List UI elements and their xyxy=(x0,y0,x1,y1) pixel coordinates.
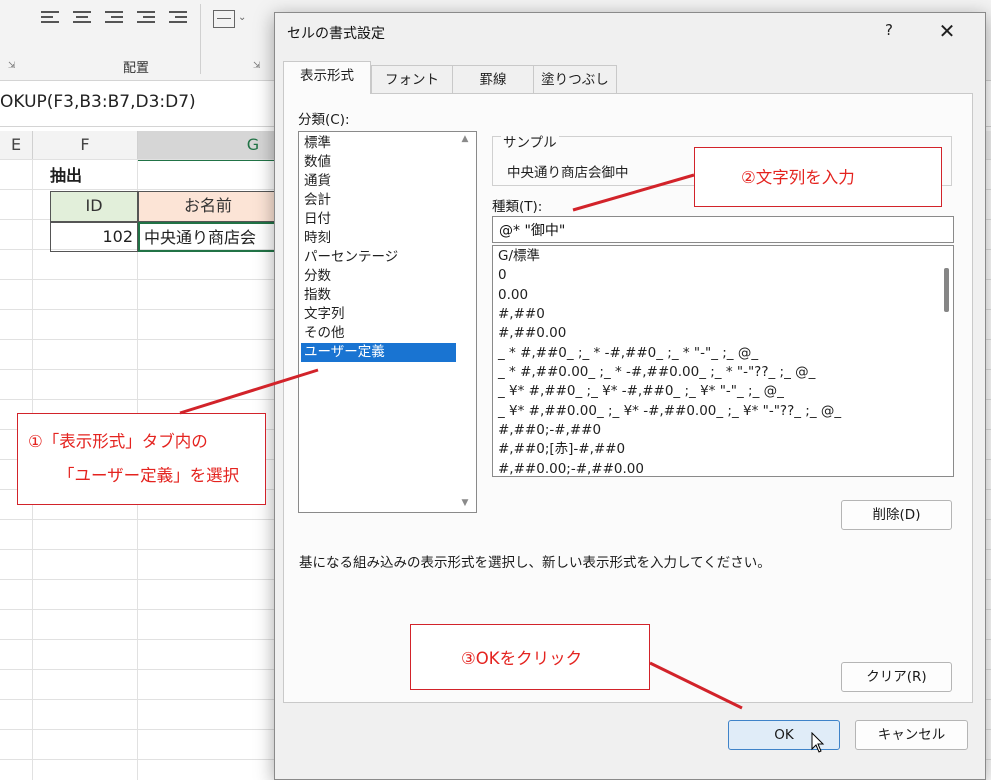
format-code-item[interactable]: G/標準 xyxy=(498,247,540,266)
category-item[interactable]: 指数 xyxy=(304,286,331,305)
format-code-item[interactable]: #,##0.00;-#,##0.00 xyxy=(498,460,644,476)
annotation-step3-text: ③OKをクリック xyxy=(461,649,583,668)
mouse-cursor-icon xyxy=(811,732,825,753)
category-item[interactable]: 標準 xyxy=(304,134,331,153)
format-code-item[interactable]: 0 xyxy=(498,266,507,285)
sample-label: サンプル xyxy=(501,131,559,151)
category-item-selected[interactable]: ユーザー定義 xyxy=(301,343,457,362)
category-item[interactable]: 時刻 xyxy=(304,229,331,248)
increase-indent-icon[interactable] xyxy=(169,10,187,26)
scrollbar-thumb[interactable] xyxy=(944,268,949,312)
scroll-up-icon[interactable]: ▲ xyxy=(456,134,474,144)
decrease-indent-icon[interactable] xyxy=(137,10,155,26)
format-code-list[interactable]: G/標準 0 0.00 #,##0 #,##0.00 _ * #,##0_ ;_… xyxy=(492,245,954,477)
category-item[interactable]: 会計 xyxy=(304,191,331,210)
category-item[interactable]: その他 xyxy=(304,324,345,343)
type-label: 種類(T): xyxy=(492,199,543,215)
annotation-step2-text: ②文字列を入力 xyxy=(741,168,855,187)
annotation-step1: ①「表示形式」タブ内の 「ユーザー定義」を選択 xyxy=(17,413,266,505)
format-code-item[interactable]: #,##0 xyxy=(498,305,545,324)
tab-fill[interactable]: 塗りつぶし xyxy=(533,65,617,93)
align-right-icon[interactable] xyxy=(105,10,123,26)
column-header-e[interactable]: E xyxy=(0,131,33,159)
close-button[interactable]: ✕ xyxy=(933,17,961,45)
cell-name-value[interactable]: 中央通り商店会 xyxy=(138,222,278,252)
type-input[interactable] xyxy=(492,216,954,243)
category-item[interactable]: 通貨 xyxy=(304,172,331,191)
tab-number-format[interactable]: 表示形式 xyxy=(283,61,371,94)
scroll-down-icon[interactable]: ▼ xyxy=(456,498,474,508)
category-label: 分類(C): xyxy=(298,112,350,128)
tab-border[interactable]: 罫線 xyxy=(452,65,534,93)
format-code-item[interactable]: _ * #,##0.00_ ;_ * -#,##0.00_ ;_ * "-"??… xyxy=(498,363,815,382)
category-item[interactable]: 数値 xyxy=(304,153,331,172)
chevron-down-icon[interactable]: ⌄ xyxy=(238,12,246,23)
category-scrollbar[interactable]: ▲ ▼ xyxy=(456,132,474,512)
cell-name-header[interactable]: お名前 xyxy=(138,191,278,222)
column-header-f[interactable]: F xyxy=(33,131,138,159)
help-button[interactable]: ? xyxy=(879,21,899,43)
annotation-step1-line1: ①「表示形式」タブ内の xyxy=(28,432,208,451)
cell-id-header[interactable]: ID xyxy=(50,191,138,222)
align-left-icon[interactable] xyxy=(41,10,59,26)
dialog-launcher-icon[interactable]: ⇲ xyxy=(253,61,261,71)
ribbon-separator xyxy=(200,4,201,74)
dialog-title: セルの書式設定 xyxy=(287,26,385,42)
delete-button[interactable]: 削除(D) xyxy=(841,500,952,530)
annotation-step3: ③OKをクリック xyxy=(410,624,650,690)
cell-extract-label[interactable]: 抽出 xyxy=(50,162,82,190)
format-code-item[interactable]: #,##0;[赤]-#,##0 xyxy=(498,440,625,459)
annotation-step1-line2: 「ユーザー定義」を選択 xyxy=(58,466,240,485)
clear-button[interactable]: クリア(R) xyxy=(841,662,952,692)
category-list[interactable]: 標準 数値 通貨 会計 日付 時刻 パーセンテージ 分数 指数 文字列 その他 … xyxy=(298,131,477,513)
tab-font[interactable]: フォント xyxy=(371,65,453,93)
category-item[interactable]: パーセンテージ xyxy=(304,248,398,267)
category-item[interactable]: 日付 xyxy=(304,210,331,229)
dialog-launcher-icon[interactable]: ⇲ xyxy=(8,61,16,71)
format-code-item[interactable]: #,##0;-#,##0 xyxy=(498,421,601,440)
format-code-item[interactable]: 0.00 xyxy=(498,286,528,305)
category-item[interactable]: 分数 xyxy=(304,267,331,286)
formula-text: OKUP(F3,B3:B7,D3:D7) xyxy=(0,92,196,112)
format-code-item[interactable]: #,##0.00 xyxy=(498,324,566,343)
ribbon-group-label: 配置 xyxy=(122,61,149,76)
cancel-button[interactable]: キャンセル xyxy=(855,720,968,750)
format-code-item[interactable]: _ * #,##0_ ;_ * -#,##0_ ;_ * "-"_ ;_ @_ xyxy=(498,344,758,363)
cell-id-value[interactable]: 102 xyxy=(50,222,138,252)
description-text: 基になる組み込みの表示形式を選択し、新しい表示形式を入力してください。 xyxy=(299,555,771,571)
category-item[interactable]: 文字列 xyxy=(304,305,345,324)
format-code-item[interactable]: _ ¥* #,##0.00_ ;_ ¥* -#,##0.00_ ;_ ¥* "-… xyxy=(498,402,841,421)
merge-cells-icon[interactable] xyxy=(213,10,235,28)
format-list-scrollbar[interactable] xyxy=(936,246,953,476)
annotation-step2: ②文字列を入力 xyxy=(694,147,942,207)
sample-value: 中央通り商店会御中 xyxy=(507,165,629,181)
align-center-icon[interactable] xyxy=(73,10,91,26)
format-code-item[interactable]: _ ¥* #,##0_ ;_ ¥* -#,##0_ ;_ ¥* "-"_ ;_ … xyxy=(498,382,784,401)
